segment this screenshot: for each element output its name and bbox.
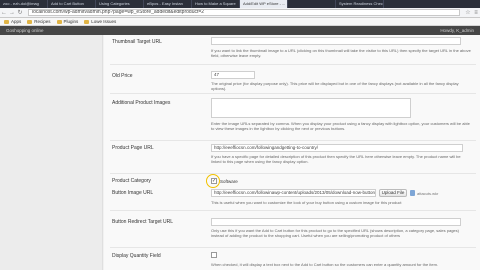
thumb-target-input[interactable] [211,37,461,45]
bookmark-lowe-issues[interactable]: Lowe Issues [84,19,116,24]
bookmark-plugins[interactable]: Plugins [56,19,78,24]
quantity-field-label: Display Quantity Field [112,253,161,259]
wp-admin-bar: Goshopping online Howdy, K_admin [0,26,480,35]
cursor-highlight [206,174,220,188]
browser-tab[interactable]: zoo - ezh-dol@imag [0,0,48,8]
buy-button-image-input[interactable]: http://eeeffiocsn.com/followinawp-conten… [211,189,376,197]
back-icon[interactable]: ← [0,10,8,16]
category-option-label: Software [220,179,238,184]
product-edit-form: Thumbnail Target URL If you want to link… [104,35,480,270]
apps-icon [4,19,9,24]
file-icon [410,190,415,196]
site-name-link[interactable]: Goshopping online [6,28,44,33]
reload-icon[interactable]: ↻ [16,9,24,16]
folder-icon [84,19,90,24]
buy-button-image-label: Button Image URL [112,190,154,196]
divider [110,210,476,211]
product-page-label: Product Page URL [112,145,154,151]
redirect-target-label: Button Redirect Target URL [112,219,174,225]
redirect-target-input[interactable] [211,218,461,226]
browser-tab[interactable]: Using Categories [96,0,144,8]
quantity-field-checkbox[interactable] [211,252,217,258]
divider [110,93,476,94]
browser-tab-active[interactable]: Add/Edit WP eStore - ... [240,0,288,8]
additional-images-textarea[interactable] [211,98,411,118]
thumb-target-label: Thumbnail Target URL [112,39,162,45]
redirect-target-help: Only use this if you want the Add to Car… [211,228,459,239]
browser-tab[interactable]: eBpos - Easy Instan [144,0,192,8]
file-name-text: attacuts.wkr [417,191,439,196]
forward-icon[interactable]: → [8,10,16,16]
old-price-input[interactable]: 47 [211,71,255,79]
product-page-input[interactable]: http://eeeffiocsn.com/followingandgettin… [211,144,463,152]
browser-tab-bar: zoo - ezh-dol@imag Add to Cart Button Us… [0,0,480,8]
divider [110,173,476,174]
folder-icon [27,19,33,24]
browser-tab[interactable]: System Readiness Check [336,0,384,8]
bookmarks-bar: Apps Recipes Plugins Lowe Issues [0,18,480,26]
bookmark-recipes[interactable]: Recipes [27,19,51,24]
address-bar[interactable]: localhost.com/wp-admin/admin.php?page=wp… [28,9,460,16]
divider [110,64,476,65]
old-price-label: Old Price [112,73,133,79]
browser-toolbar: ← → ↻ localhost.com/wp-admin/admin.php?p… [0,8,480,18]
upload-file-button[interactable]: Upload File [379,189,407,197]
additional-images-label: Additional Product Images [112,100,171,106]
divider [110,140,476,141]
browser-tab[interactable]: Add to Cart Button [48,0,96,8]
star-icon[interactable]: ☆ [464,9,472,16]
menu-icon[interactable]: ≡ [472,10,480,16]
folder-icon [56,19,62,24]
additional-images-help: Enter the image URLs separated by comma.… [211,121,470,132]
bookmark-apps[interactable]: Apps [4,19,21,24]
old-price-help: The original price (for display purpose … [211,81,459,92]
quantity-field-help: When checked, it will display a text box… [211,262,439,267]
browser-tab[interactable] [288,0,336,8]
thumb-target-help: If you want to link the thumbnail image … [211,48,471,59]
divider [110,247,476,248]
buy-button-image-help: This is useful when you want to customiz… [211,200,402,205]
admin-sidebar [0,35,103,270]
browser-tab[interactable]: How to Make a Square [192,0,240,8]
product-page-help: If you have a specific page for detailed… [211,154,461,165]
user-greeting[interactable]: Howdy, K_admin [440,28,474,33]
product-category-label: Product Category [112,178,151,184]
